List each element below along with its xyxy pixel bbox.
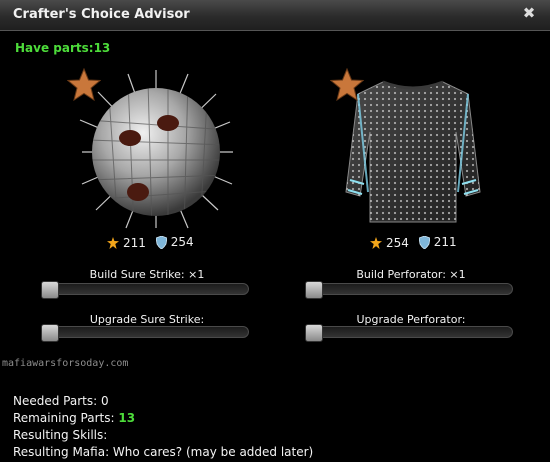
have-parts-indicator: Have parts:13 xyxy=(15,41,110,55)
resulting-skills-line: Resulting Skills: xyxy=(13,428,108,442)
attack-value: 211 xyxy=(123,235,146,250)
item-stats: 211 254 xyxy=(107,235,200,252)
item-stats: 254 211 xyxy=(370,235,463,252)
remaining-parts-value: 13 xyxy=(118,411,136,425)
star-icon xyxy=(67,68,101,101)
slider-thumb[interactable] xyxy=(41,324,59,342)
upgrade-perforator-slider[interactable] xyxy=(305,324,513,342)
have-parts-label: Have parts: xyxy=(15,41,94,55)
build-label: Build Perforator: ×1 xyxy=(356,268,466,281)
window-title: Crafter's Choice Advisor xyxy=(13,7,190,22)
advisor-window: Crafter's Choice Advisor ✖ Have parts:13 xyxy=(0,0,550,462)
attack-icon xyxy=(107,236,119,249)
defense-icon xyxy=(155,235,167,249)
needed-parts-label: Needed Parts: xyxy=(13,394,98,408)
close-icon[interactable]: ✖ xyxy=(520,4,538,22)
build-sure-strike-slider[interactable] xyxy=(41,281,249,299)
needed-parts-value: 0 xyxy=(101,394,109,408)
slider-thumb[interactable] xyxy=(305,281,323,299)
remaining-parts-line: Remaining Parts: 13 xyxy=(13,411,135,425)
title-bar: Crafter's Choice Advisor ✖ xyxy=(0,0,550,31)
defense-icon xyxy=(418,235,430,249)
resulting-mafia-line: Resulting Mafia: Who cares? (may be adde… xyxy=(13,445,314,459)
have-parts-value: 13 xyxy=(93,41,111,55)
slider-thumb[interactable] xyxy=(305,324,323,342)
build-perforator-slider[interactable] xyxy=(305,281,513,299)
attack-icon xyxy=(370,236,382,249)
slider-thumb[interactable] xyxy=(41,281,59,299)
defense-value: 211 xyxy=(433,235,457,249)
star-icon xyxy=(330,68,364,101)
watermark-text: mafiawarsforsoday.com xyxy=(2,358,129,369)
build-label: Build Sure Strike: ×1 xyxy=(89,268,205,281)
upgrade-label: Upgrade Perforator: xyxy=(356,313,466,326)
upgrade-sure-strike-slider[interactable] xyxy=(41,324,249,342)
defense-value: 254 xyxy=(170,235,194,249)
remaining-parts-label: Remaining Parts: xyxy=(13,411,115,425)
upgrade-label: Upgrade Sure Strike: xyxy=(89,313,205,326)
attack-value: 254 xyxy=(386,235,409,250)
needed-parts-line: Needed Parts: 0 xyxy=(13,394,109,408)
